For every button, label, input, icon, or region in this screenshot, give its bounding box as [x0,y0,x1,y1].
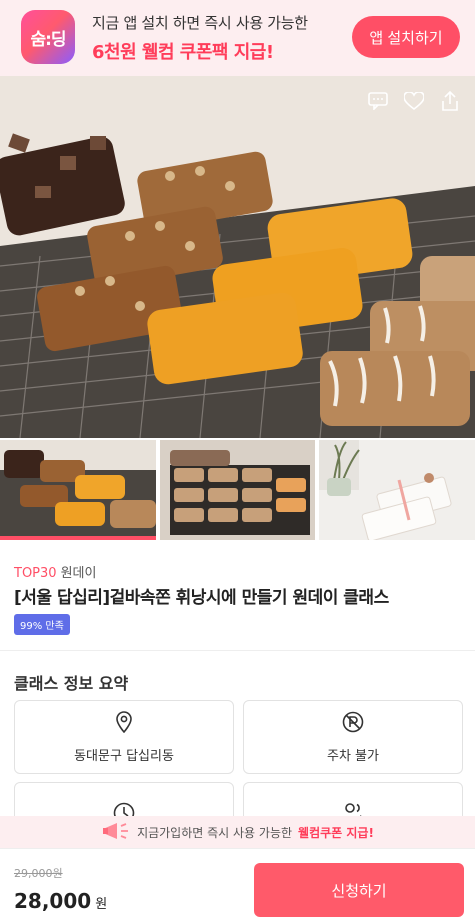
app-logo-text: 숨:딩 [30,29,66,50]
sale-price-value: 28,000 [14,889,92,913]
signup-promo-strip[interactable]: 지금가입하면 즉시 사용 가능한 웰컴쿠폰 지급! [0,816,475,848]
info-card-parking[interactable]: 주차 불가 [243,700,463,774]
share-icon[interactable] [439,90,461,112]
category-line: TOP30 원데이 [14,562,96,581]
sale-price: 28,000 원 [14,889,107,913]
promo-text: 지금가입하면 즉시 사용 가능한 [137,825,293,840]
thumbnail-2[interactable] [159,440,316,540]
hero-actions [367,90,461,112]
hero-illustration [0,76,475,438]
heart-icon[interactable] [403,90,425,112]
app-install-banner: 숨:딩 지금 앱 설치 하면 즉시 사용 가능한 6천원 웰컴 쿠폰팩 지급! … [0,0,475,76]
banner-line1: 지금 앱 설치 하면 즉시 사용 가능한 [92,14,308,32]
satisfaction-badge: 99% 만족 [14,614,70,635]
original-price: 29,000원 [14,867,63,880]
thumbnail-1[interactable] [0,440,156,540]
category-rank: TOP30 [14,566,57,581]
summary-title: 클래스 정보 요약 [14,674,129,693]
chat-icon[interactable] [367,90,389,112]
promo-highlight: 웰컴쿠폰 지급! [298,825,374,840]
info-card-location[interactable]: 동대문구 답십리동 [14,700,234,774]
thumbnail-3[interactable] [319,440,475,540]
price-unit: 원 [95,897,108,912]
location-pin-icon [115,710,133,737]
category-name[interactable]: 원데이 [61,566,97,581]
app-logo: 숨:딩 [21,10,75,64]
banner-text: 지금 앱 설치 하면 즉시 사용 가능한 6천원 웰컴 쿠폰팩 지급! [92,12,308,64]
megaphone-icon [101,821,131,844]
no-parking-icon [342,711,364,737]
thumbnail-strip [0,440,475,540]
product-title: [서울 답십리]겉바속쫀 휘낭시에 만들기 원데이 클래스 [14,588,389,608]
info-card-location-label: 동대문구 답십리동 [74,748,174,764]
banner-line2: 6천원 웰컴 쿠폰팩 지급! [92,42,274,63]
info-card-parking-label: 주차 불가 [327,748,379,764]
divider [0,650,475,651]
hero-image [0,76,475,438]
purchase-bar: 29,000원 28,000 원 신청하기 [0,848,475,922]
apply-button[interactable]: 신청하기 [254,863,464,917]
install-app-button[interactable]: 앱 설치하기 [352,16,460,58]
